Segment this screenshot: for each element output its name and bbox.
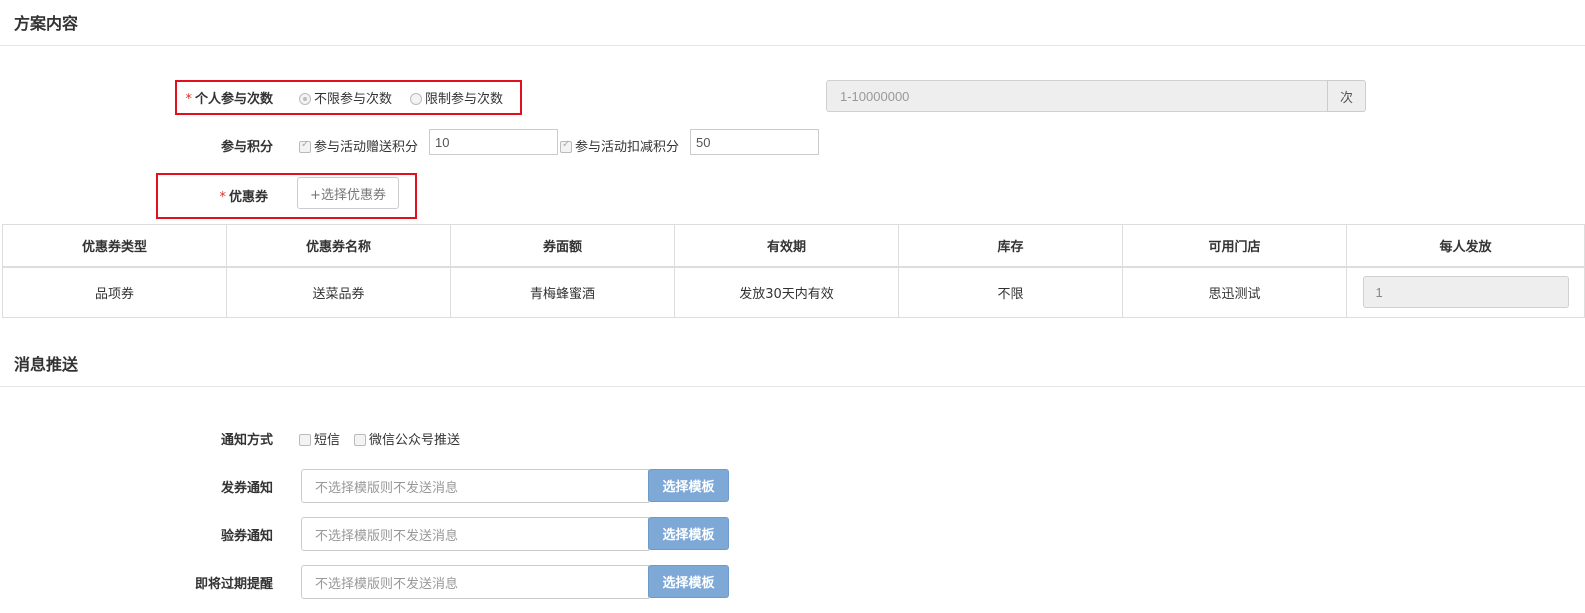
gift-points-input[interactable]: 10: [429, 129, 558, 155]
radio-unlimited-label: 不限参与次数: [314, 92, 393, 107]
participation-label-text: 个人参与次数: [194, 92, 273, 107]
required-mark: *: [185, 92, 192, 107]
col-coupon-name: 优惠券名称: [226, 224, 451, 268]
coupon-label: * 优惠券: [178, 186, 268, 205]
cell-face-value: 青梅蜂蜜酒: [450, 266, 675, 318]
col-coupon-type: 优惠券类型: [2, 224, 227, 268]
cell-stock: 不限: [898, 266, 1123, 318]
notify-method-label: 通知方式: [220, 433, 273, 448]
radio-limited-icon[interactable]: [410, 93, 422, 105]
verify-notice-input[interactable]: 不选择模版则不发送消息: [301, 517, 649, 551]
verify-notice-select-template-button[interactable]: 选择模板: [648, 517, 729, 550]
required-mark: *: [219, 190, 226, 205]
section-divider: [0, 45, 1585, 46]
col-face-value: 券面额: [450, 224, 675, 268]
issue-notice-select-template-button[interactable]: 选择模板: [648, 469, 729, 502]
sms-label: 短信: [314, 433, 341, 448]
cell-coupon-name: 送菜品券: [226, 266, 451, 318]
cell-validity: 发放30天内有效: [674, 266, 899, 318]
section-title-message: 消息推送: [14, 355, 79, 374]
cell-per-person: 1: [1346, 266, 1585, 318]
sms-checkbox-icon[interactable]: [299, 434, 311, 446]
participation-label: * 个人参与次数: [178, 88, 273, 107]
participation-range-input[interactable]: 1-10000000: [826, 80, 1328, 112]
radio-limited-label: 限制参与次数: [425, 92, 504, 107]
radio-unlimited-icon[interactable]: [299, 93, 311, 105]
points-label: 参与积分: [220, 140, 273, 155]
col-per-person: 每人发放: [1346, 224, 1585, 268]
cell-store: 思迅测试: [1122, 266, 1347, 318]
col-validity: 有效期: [674, 224, 899, 268]
wechat-checkbox-icon[interactable]: [354, 434, 366, 446]
wechat-checkbox[interactable]: 微信公众号推送: [354, 429, 460, 448]
col-stock: 库存: [898, 224, 1123, 268]
table-header-row: 优惠券类型 优惠券名称 券面额 有效期 库存 可用门店 每人发放: [2, 224, 1585, 268]
deduct-points-checkbox-icon[interactable]: [560, 139, 572, 153]
cell-coupon-type: 品项券: [2, 266, 227, 318]
deduct-points-input[interactable]: 50: [690, 129, 819, 155]
gift-points-checkbox-icon[interactable]: [299, 139, 311, 153]
per-person-input[interactable]: 1: [1362, 276, 1569, 309]
expire-notice-label: 即将过期提醒: [194, 577, 273, 592]
sms-checkbox[interactable]: 短信: [299, 429, 340, 448]
expire-notice-select-template-button[interactable]: 选择模板: [648, 565, 729, 598]
radio-limited[interactable]: 限制参与次数: [410, 88, 503, 107]
gift-points-checkbox[interactable]: 参与活动赠送积分: [299, 136, 418, 155]
radio-unlimited[interactable]: 不限参与次数: [299, 88, 392, 107]
wechat-label: 微信公众号推送: [369, 433, 461, 448]
col-store: 可用门店: [1122, 224, 1347, 268]
gift-points-label: 参与活动赠送积分: [314, 140, 419, 155]
deduct-points-checkbox[interactable]: 参与活动扣减积分: [560, 136, 679, 155]
coupon-table: 优惠券类型 优惠券名称 券面额 有效期 库存 可用门店 每人发放 品项券 送菜品…: [2, 224, 1585, 318]
coupon-label-text: 优惠券: [228, 190, 268, 205]
participation-unit: 次: [1327, 80, 1366, 112]
issue-notice-input[interactable]: 不选择模版则不发送消息: [301, 469, 649, 503]
section-divider: [0, 386, 1585, 387]
verify-notice-label: 验券通知: [220, 529, 273, 544]
deduct-points-label: 参与活动扣减积分: [575, 140, 680, 155]
issue-notice-label: 发券通知: [220, 481, 273, 496]
section-title-plan: 方案内容: [14, 14, 79, 33]
select-coupon-button[interactable]: +选择优惠券: [297, 177, 399, 209]
table-row: 品项券 送菜品券 青梅蜂蜜酒 发放30天内有效 不限 思迅测试 1: [2, 266, 1585, 318]
expire-notice-input[interactable]: 不选择模版则不发送消息: [301, 565, 649, 599]
